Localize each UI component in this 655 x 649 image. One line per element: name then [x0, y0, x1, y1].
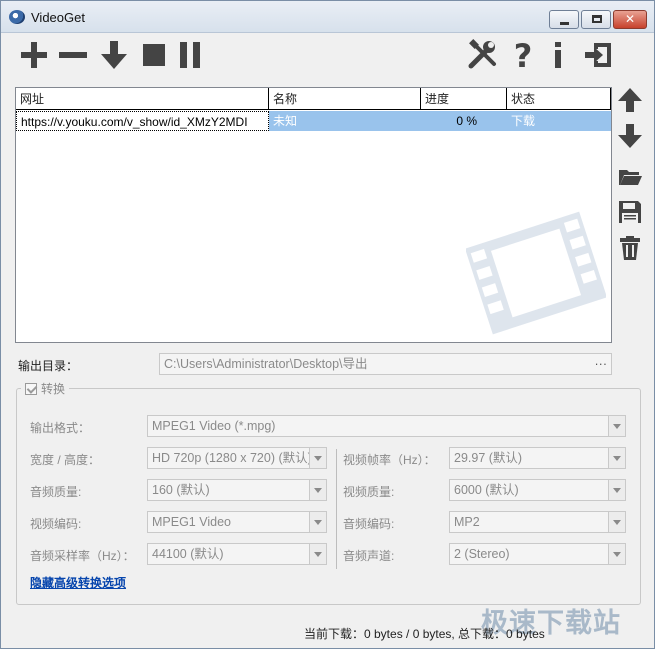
- convert-toggle[interactable]: 转换: [21, 380, 70, 397]
- plus-icon: [21, 42, 47, 68]
- sample-rate-label: 音频采样率（Hz）：: [30, 549, 135, 563]
- info-button[interactable]: [542, 39, 574, 71]
- framerate-select[interactable]: 29.97 (默认): [449, 447, 626, 469]
- video-quality-select[interactable]: 6000 (默认): [449, 479, 626, 501]
- close-button[interactable]: ✕: [613, 10, 647, 29]
- maximize-button[interactable]: [581, 10, 611, 29]
- exit-button[interactable]: [582, 39, 614, 71]
- arrow-down-icon: [101, 41, 127, 69]
- sample-rate-select[interactable]: 44100 (默认): [147, 543, 327, 565]
- column-header-name[interactable]: 名称: [269, 88, 421, 110]
- stop-icon: [143, 44, 165, 66]
- table-row[interactable]: https://v.youku.com/v_show/id_XMzY2MDI 未…: [16, 111, 611, 131]
- close-icon: ✕: [624, 12, 636, 26]
- format-label: 输出格式：: [30, 421, 91, 435]
- question-icon: ?: [514, 37, 533, 75]
- chevron-down-icon: [309, 448, 326, 468]
- format-value: MPEG1 Video (*.mpg): [152, 419, 276, 433]
- help-button[interactable]: ?: [507, 37, 539, 75]
- channels-value: 2 (Stereo): [454, 547, 510, 561]
- list-header: 网址 名称 进度 状态: [16, 88, 611, 110]
- info-icon: [555, 42, 561, 68]
- audio-codec-label: 音频编码:: [343, 517, 395, 531]
- chevron-down-icon: [608, 480, 625, 500]
- app-logo-icon: [9, 10, 25, 24]
- convert-legend: 转换: [41, 382, 66, 396]
- download-list[interactable]: 网址 名称 进度 状态 https://v.youku.com/v_show/i…: [15, 87, 612, 343]
- svg-text:?: ?: [514, 39, 533, 71]
- arrow-down-icon: [618, 124, 642, 148]
- hide-advanced-link[interactable]: 隐藏高级转换选项: [30, 574, 126, 591]
- row-progress: 0 %: [456, 114, 477, 128]
- output-dir-field[interactable]: C:\Users\Administrator\Desktop\导出 ···: [159, 353, 612, 375]
- download-button[interactable]: [98, 39, 130, 71]
- status-bar-text: 当前下载：0 bytes / 0 bytes, 总下载：0 bytes: [304, 627, 545, 641]
- film-strip-icon: [466, 211, 606, 335]
- column-divider: [336, 449, 337, 569]
- add-button[interactable]: [18, 39, 50, 71]
- column-header-url[interactable]: 网址: [16, 88, 269, 110]
- channels-select[interactable]: 2 (Stereo): [449, 543, 626, 565]
- output-dir-label: 输出目录：: [18, 359, 79, 373]
- sample-rate-value: 44100 (默认): [152, 547, 224, 561]
- trash-icon: [620, 236, 640, 260]
- audio-codec-select[interactable]: MP2: [449, 511, 626, 533]
- row-url: https://v.youku.com/v_show/id_XMzY2MDI: [16, 111, 269, 131]
- minus-icon: [59, 52, 87, 58]
- move-down-button[interactable]: [617, 123, 643, 149]
- audio-quality-select[interactable]: 160 (默认): [147, 479, 327, 501]
- folder-icon: [619, 170, 642, 185]
- framerate-value: 29.97 (默认): [454, 451, 523, 465]
- move-up-button[interactable]: [617, 87, 643, 113]
- tools-icon: [468, 39, 496, 69]
- chevron-down-icon: [309, 544, 326, 564]
- chevron-down-icon: [309, 512, 326, 532]
- app-window: VideoGet ✕ ? 网址 名称 进度 状态 https://v.youku…: [0, 0, 655, 649]
- pause-button[interactable]: [174, 39, 206, 71]
- size-select[interactable]: HD 720p (1280 x 720) (默认): [147, 447, 327, 469]
- format-select[interactable]: MPEG1 Video (*.mpg): [147, 415, 626, 437]
- chevron-down-icon: [608, 416, 625, 436]
- save-icon: [619, 201, 641, 223]
- size-value: HD 720p (1280 x 720) (默认): [152, 451, 312, 465]
- audio-quality-label: 音频质量:: [30, 485, 82, 499]
- title-bar[interactable]: VideoGet ✕: [1, 1, 654, 33]
- maximize-icon: [592, 15, 602, 23]
- output-dir-value: C:\Users\Administrator\Desktop\导出: [164, 357, 368, 371]
- chevron-down-icon: [608, 512, 625, 532]
- video-codec-label: 视频编码:: [30, 517, 82, 531]
- stop-button[interactable]: [138, 39, 170, 71]
- row-name: 未知: [273, 114, 298, 128]
- row-status: 下载: [511, 114, 536, 128]
- chevron-down-icon: [608, 448, 625, 468]
- chevron-down-icon: [608, 544, 625, 564]
- column-header-progress[interactable]: 进度: [421, 88, 507, 110]
- exit-icon: [585, 43, 611, 67]
- arrow-up-icon: [618, 88, 642, 112]
- minimize-button[interactable]: [549, 10, 579, 29]
- audio-codec-value: MP2: [454, 515, 480, 529]
- browse-button[interactable]: ···: [595, 354, 608, 374]
- save-button[interactable]: [617, 199, 643, 225]
- channels-label: 音频声道:: [343, 549, 395, 563]
- window-title: VideoGet: [31, 10, 85, 25]
- open-folder-button[interactable]: [617, 163, 643, 189]
- delete-button[interactable]: [617, 235, 643, 261]
- video-codec-value: MPEG1 Video: [152, 515, 231, 529]
- audio-quality-value: 160 (默认): [152, 483, 210, 497]
- column-header-status[interactable]: 状态: [507, 88, 611, 110]
- remove-button[interactable]: [57, 39, 89, 71]
- minimize-icon: [560, 22, 569, 25]
- video-quality-value: 6000 (默认): [454, 483, 519, 497]
- convert-checkbox[interactable]: [25, 382, 37, 395]
- size-label: 宽度 / 高度：: [30, 453, 101, 467]
- video-quality-label: 视频质量:: [343, 485, 395, 499]
- settings-button[interactable]: [467, 39, 499, 71]
- video-codec-select[interactable]: MPEG1 Video: [147, 511, 327, 533]
- chevron-down-icon: [309, 480, 326, 500]
- framerate-label: 视频帧率（Hz）：: [343, 453, 436, 467]
- pause-icon: [180, 42, 200, 68]
